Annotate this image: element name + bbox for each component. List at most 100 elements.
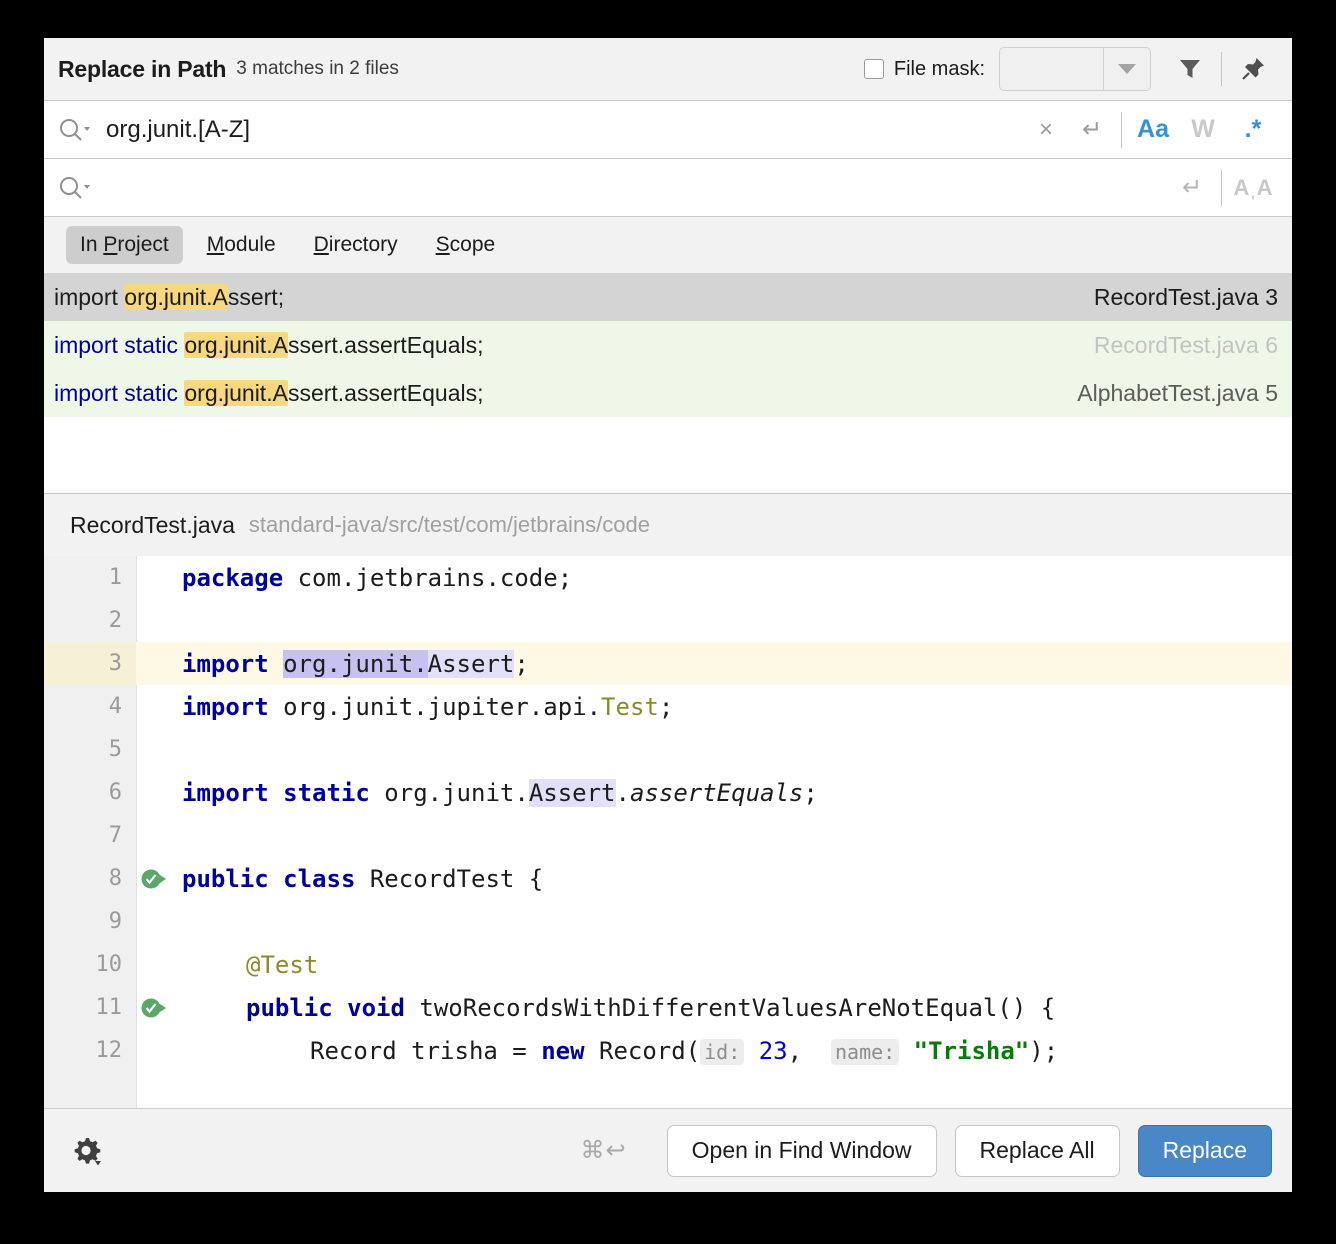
table-row[interactable]: import org.junit.Assert; RecordTest.java… bbox=[44, 273, 1292, 321]
header-divider bbox=[1221, 52, 1222, 86]
code-comma: , bbox=[787, 1036, 803, 1065]
tab-module[interactable]: Module bbox=[193, 226, 290, 264]
new-line-button[interactable]: ↵ bbox=[1069, 107, 1115, 153]
code-keyword: import bbox=[182, 692, 269, 721]
tab-directory[interactable]: Directory bbox=[300, 226, 412, 264]
preview-file-name: RecordTest.java bbox=[70, 511, 235, 538]
code-rest: org.junit.jupiter.api. bbox=[268, 692, 602, 721]
code-rest: twoRecordsWithDifferentValuesAreNotEqual… bbox=[404, 993, 1056, 1022]
code-match-dark: org.junit. bbox=[283, 649, 428, 678]
replace-button[interactable]: Replace bbox=[1137, 1124, 1272, 1177]
line-number: 10 bbox=[95, 952, 123, 977]
code-preview[interactable]: 1 package com.jetbrains.code; 2 3 import… bbox=[44, 556, 1292, 1108]
code-text-6: import static org.junit.Assert.assertEqu… bbox=[136, 778, 818, 807]
settings-button[interactable] bbox=[68, 1133, 104, 1169]
code-match-light: Assert bbox=[528, 778, 616, 807]
table-row[interactable]: import static org.junit.Assert.assertEqu… bbox=[44, 369, 1292, 417]
result-file-2: AlphabetTest.java 5 bbox=[1077, 379, 1278, 406]
tab-module-mnemonic: M bbox=[206, 233, 225, 256]
file-mask-dropdown-button[interactable] bbox=[1104, 48, 1150, 90]
parameter-hint-id: id: bbox=[700, 1038, 745, 1065]
line-number: 12 bbox=[95, 1038, 123, 1063]
tab-scope-mnemonic: S bbox=[435, 233, 450, 256]
replace-all-button[interactable]: Replace All bbox=[954, 1124, 1120, 1177]
code-line-1: 1 package com.jetbrains.code; bbox=[44, 556, 1292, 599]
code-line-11: 11 public void twoRecordsWithDifferentVa… bbox=[44, 986, 1292, 1029]
code-pre: Record trisha = bbox=[310, 1036, 542, 1065]
code-text-1: package com.jetbrains.code; bbox=[136, 564, 572, 592]
tab-directory-mnemonic: D bbox=[313, 233, 329, 256]
parameter-hint-name: name: bbox=[830, 1038, 900, 1065]
replace-field-row: ↵ AˌA bbox=[44, 159, 1292, 217]
replace-actions-divider bbox=[1221, 169, 1222, 206]
code-line-9: 9 bbox=[44, 900, 1292, 943]
search-field-row: org.junit.[A-Z] × ↵ Aa W .* bbox=[44, 101, 1292, 159]
code-text-11: public void twoRecordsWithDifferentValue… bbox=[136, 994, 1055, 1022]
code-line-2: 2 bbox=[44, 599, 1292, 642]
file-mask-checkbox[interactable] bbox=[863, 59, 884, 79]
line-number: 2 bbox=[108, 608, 122, 633]
code-line-10: 10 @Test bbox=[44, 943, 1292, 986]
tab-in-project-pre: In bbox=[80, 233, 104, 256]
file-mask-input[interactable] bbox=[1000, 48, 1104, 90]
code-mid: org.junit. bbox=[369, 778, 529, 807]
clear-search-button[interactable]: × bbox=[1023, 107, 1069, 153]
line-number: 7 bbox=[108, 823, 122, 848]
preview-header: RecordTest.java standard-java/src/test/c… bbox=[44, 494, 1292, 556]
result-text-after-1: ssert.assertEquals; bbox=[287, 331, 484, 358]
replace-new-line-button[interactable]: ↵ bbox=[1169, 165, 1215, 211]
result-code-2: import static org.junit.Assert.assertEqu… bbox=[54, 379, 1059, 407]
result-file-1: RecordTest.java 6 bbox=[1093, 331, 1278, 358]
match-case-toggle[interactable]: Aa bbox=[1128, 115, 1178, 144]
result-file-0: RecordTest.java 3 bbox=[1093, 283, 1278, 310]
file-mask-combobox[interactable] bbox=[999, 47, 1151, 91]
tab-in-project[interactable]: In Project bbox=[66, 226, 183, 264]
result-text-after-2: ssert.assertEquals; bbox=[287, 379, 484, 406]
code-text-3: import org.junit.Assert; bbox=[136, 649, 529, 678]
line-number: 9 bbox=[108, 909, 122, 934]
code-tail: ); bbox=[1029, 1036, 1059, 1065]
code-line-5: 5 bbox=[44, 728, 1292, 771]
code-line-3: 3 import org.junit.Assert; bbox=[44, 642, 1292, 685]
dialog-footer: ⌘↩ Open in Find Window Replace All Repla… bbox=[44, 1108, 1292, 1192]
code-match-light: Assert bbox=[427, 649, 515, 678]
code-annotation: @Test bbox=[246, 950, 319, 979]
search-icon bbox=[60, 176, 90, 199]
results-list[interactable]: import org.junit.Assert; RecordTest.java… bbox=[44, 273, 1292, 494]
replace-dropdown-button[interactable] bbox=[58, 175, 92, 201]
search-input[interactable]: org.junit.[A-Z] bbox=[106, 116, 1023, 144]
filter-button[interactable] bbox=[1167, 46, 1213, 92]
regex-toggle[interactable]: .* bbox=[1228, 115, 1278, 144]
code-keyword-2: class bbox=[283, 864, 356, 893]
words-toggle[interactable]: W bbox=[1178, 115, 1228, 144]
tab-directory-post: irectory bbox=[328, 233, 398, 256]
pin-button[interactable] bbox=[1230, 46, 1276, 92]
code-type: Test bbox=[601, 692, 659, 721]
filter-icon bbox=[1180, 60, 1200, 78]
open-in-find-window-button[interactable]: Open in Find Window bbox=[666, 1124, 937, 1177]
run-test-method-button[interactable] bbox=[140, 993, 170, 1023]
search-actions-divider bbox=[1121, 111, 1122, 148]
gear-icon bbox=[74, 1137, 101, 1165]
code-keyword: new bbox=[541, 1036, 585, 1065]
code-text-8: public class RecordTest { bbox=[136, 865, 543, 893]
line-number: 11 bbox=[95, 995, 123, 1020]
search-dropdown-button[interactable] bbox=[58, 117, 92, 143]
code-keyword: public bbox=[182, 864, 269, 893]
search-actions: × ↵ Aa W .* bbox=[1023, 107, 1278, 153]
tab-in-project-post: roject bbox=[117, 233, 169, 256]
run-test-success-icon bbox=[141, 998, 166, 1017]
code-keyword: import bbox=[182, 778, 269, 807]
code-text-4: import org.junit.jupiter.api.Test; bbox=[136, 693, 673, 721]
result-code-1: import static org.junit.Assert.assertEqu… bbox=[54, 331, 1076, 359]
code-line-8: 8 public class RecordTest { bbox=[44, 857, 1292, 900]
tab-scope[interactable]: Scope bbox=[422, 226, 510, 264]
code-string: "Trisha" bbox=[913, 1036, 1030, 1065]
run-test-button[interactable] bbox=[140, 864, 170, 894]
line-number: 8 bbox=[108, 866, 122, 891]
run-test-success-icon bbox=[141, 869, 166, 888]
result-text-before-0: import bbox=[54, 283, 125, 310]
replace-in-path-dialog: Replace in Path 3 matches in 2 files Fil… bbox=[44, 38, 1292, 1192]
table-row[interactable]: import static org.junit.Assert.assertEqu… bbox=[44, 321, 1292, 369]
preserve-case-toggle[interactable]: AˌA bbox=[1228, 175, 1278, 201]
